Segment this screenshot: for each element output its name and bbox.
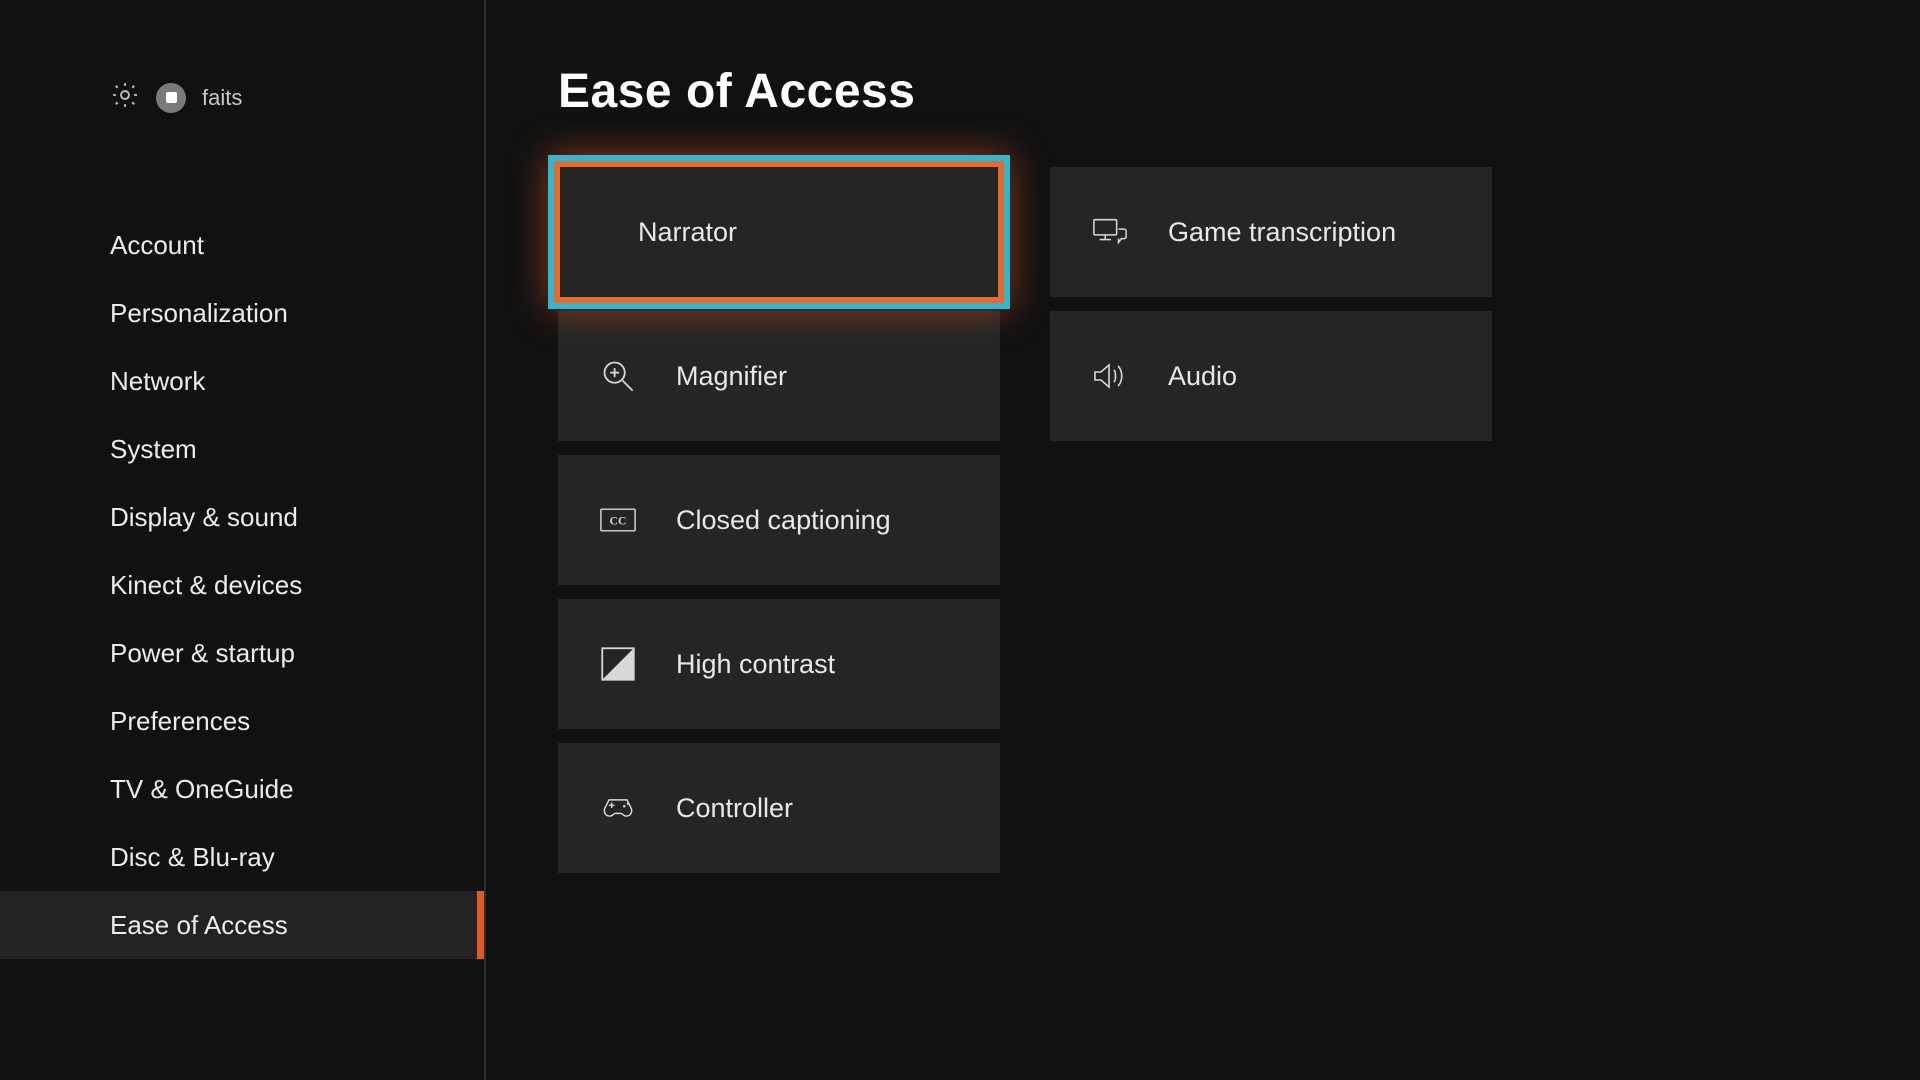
tile-audio[interactable]: Audio bbox=[1050, 311, 1492, 441]
sidebar: faits Account Personalization Network Sy… bbox=[0, 0, 486, 1080]
sidebar-item-label: Display & sound bbox=[110, 502, 298, 533]
settings-app: faits Account Personalization Network Sy… bbox=[0, 0, 1920, 1080]
sidebar-item-label: Kinect & devices bbox=[110, 570, 302, 601]
tile-closed-captioning[interactable]: CC Closed captioning bbox=[558, 455, 1000, 585]
sidebar-item-label: TV & OneGuide bbox=[110, 774, 294, 805]
tile-label: High contrast bbox=[676, 649, 835, 680]
sidebar-item-label: Disc & Blu-ray bbox=[110, 842, 275, 873]
sidebar-item-tv-oneguide[interactable]: TV & OneGuide bbox=[0, 755, 484, 823]
sidebar-item-network[interactable]: Network bbox=[0, 347, 484, 415]
sidebar-item-preferences[interactable]: Preferences bbox=[0, 687, 484, 755]
sidebar-item-label: Power & startup bbox=[110, 638, 295, 669]
sidebar-item-system[interactable]: System bbox=[0, 415, 484, 483]
sidebar-item-label: Account bbox=[110, 230, 204, 261]
audio-icon bbox=[1090, 358, 1130, 394]
tile-grid: Narrator Magnifier CC Closed captioning bbox=[558, 167, 1920, 873]
main-content: Ease of Access Narrator bbox=[486, 0, 1920, 1080]
sidebar-item-label: Ease of Access bbox=[110, 910, 288, 941]
page-title: Ease of Access bbox=[558, 64, 1920, 119]
gear-icon bbox=[110, 80, 140, 115]
sidebar-item-label: Personalization bbox=[110, 298, 288, 329]
sidebar-item-label: System bbox=[110, 434, 197, 465]
sidebar-item-personalization[interactable]: Personalization bbox=[0, 279, 484, 347]
tile-label: Game transcription bbox=[1168, 217, 1396, 248]
tile-narrator[interactable]: Narrator bbox=[548, 155, 1010, 309]
sidebar-header: faits bbox=[0, 80, 484, 115]
tile-label: Audio bbox=[1168, 361, 1237, 392]
sidebar-nav: Account Personalization Network System D… bbox=[0, 211, 484, 959]
sidebar-item-account[interactable]: Account bbox=[0, 211, 484, 279]
tile-label: Magnifier bbox=[676, 361, 787, 392]
high-contrast-icon bbox=[598, 646, 638, 682]
sidebar-item-label: Preferences bbox=[110, 706, 250, 737]
controller-icon bbox=[598, 790, 638, 826]
avatar[interactable] bbox=[156, 83, 186, 113]
tile-controller[interactable]: Controller bbox=[558, 743, 1000, 873]
sidebar-item-display-sound[interactable]: Display & sound bbox=[0, 483, 484, 551]
profile-name: faits bbox=[202, 85, 242, 111]
sidebar-item-power-startup[interactable]: Power & startup bbox=[0, 619, 484, 687]
game-transcription-icon bbox=[1090, 214, 1130, 250]
sidebar-item-ease-of-access[interactable]: Ease of Access bbox=[0, 891, 484, 959]
tile-column-1: Narrator Magnifier CC Closed captioning bbox=[558, 167, 1010, 873]
tile-label: Controller bbox=[676, 793, 793, 824]
magnifier-icon bbox=[598, 358, 638, 394]
tile-column-2: Game transcription Audio bbox=[1050, 167, 1492, 873]
tile-label: Closed captioning bbox=[676, 505, 891, 536]
tile-high-contrast[interactable]: High contrast bbox=[558, 599, 1000, 729]
tile-label: Narrator bbox=[638, 217, 737, 248]
closed-captioning-icon: CC bbox=[598, 502, 638, 538]
tile-game-transcription[interactable]: Game transcription bbox=[1050, 167, 1492, 297]
tile-magnifier[interactable]: Magnifier bbox=[558, 311, 1000, 441]
sidebar-item-label: Network bbox=[110, 366, 205, 397]
svg-text:CC: CC bbox=[610, 515, 627, 528]
sidebar-item-disc-bluray[interactable]: Disc & Blu-ray bbox=[0, 823, 484, 891]
sidebar-item-kinect-devices[interactable]: Kinect & devices bbox=[0, 551, 484, 619]
